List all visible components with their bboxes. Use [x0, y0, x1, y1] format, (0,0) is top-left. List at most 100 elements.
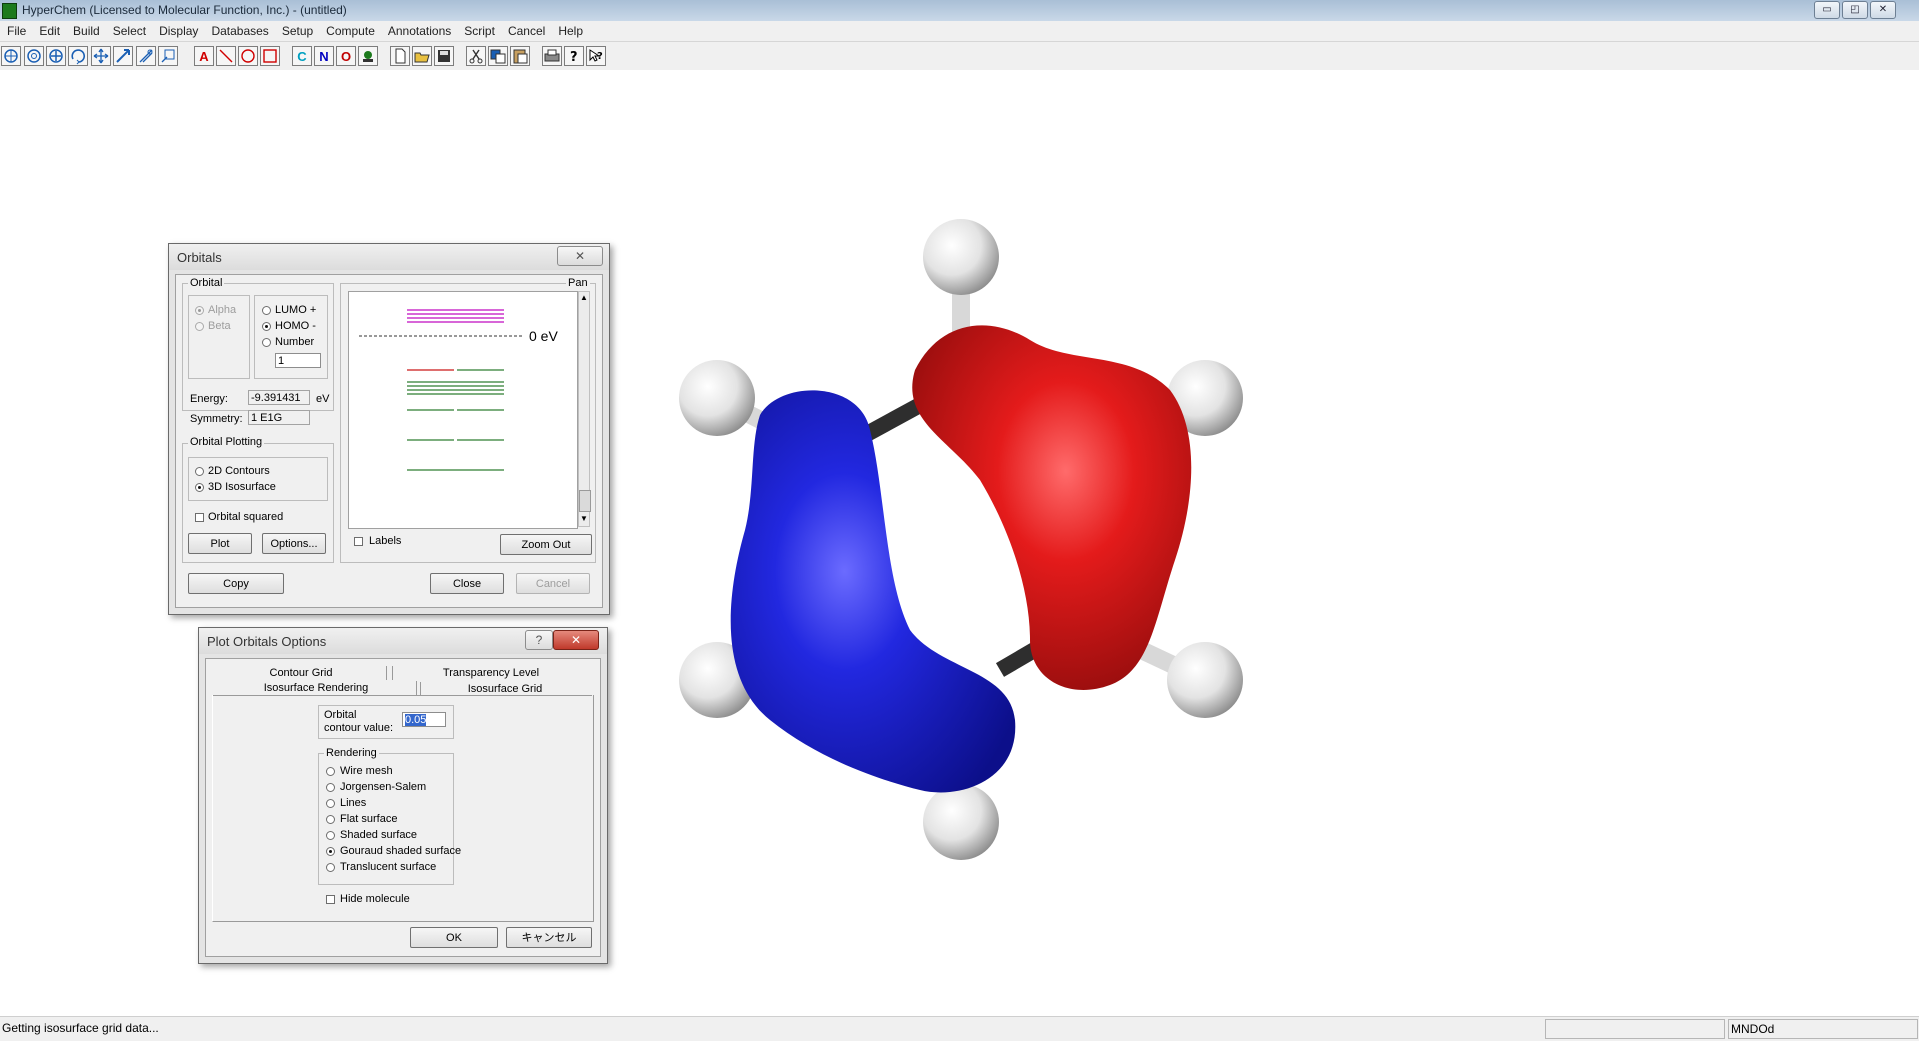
help-icon[interactable]: ?	[564, 46, 584, 66]
energy-scrollbar[interactable]: ▲ ▼	[578, 291, 591, 527]
periodic-table-icon[interactable]	[358, 46, 378, 66]
contour-label-line1: Orbital	[324, 709, 357, 721]
print-icon[interactable]	[542, 46, 562, 66]
paste-icon[interactable]	[510, 46, 530, 66]
draw-tool-icon[interactable]	[1, 46, 21, 66]
menu-annotations[interactable]: Annotations	[381, 21, 457, 39]
menu-setup[interactable]: Setup	[275, 21, 319, 39]
nitrogen-element-button[interactable]: N	[314, 46, 334, 66]
orbital-plotting-label: Orbital Plotting	[188, 436, 265, 448]
orbitals-dialog-titlebar: Orbitals ✕	[169, 244, 609, 270]
zero-ev-label: 0 eV	[529, 328, 558, 344]
options-close-x-icon[interactable]: ✕	[553, 630, 599, 650]
scroll-down-icon[interactable]: ▼	[580, 514, 588, 523]
labels-label: Labels	[369, 535, 402, 547]
window-title: HyperChem (Licensed to Molecular Functio…	[22, 3, 347, 17]
menu-databases[interactable]: Databases	[204, 21, 274, 39]
isosurface-3d-radio[interactable]	[195, 483, 204, 492]
hydrogen-atom-upper-left	[679, 360, 755, 436]
translucent-surface-label: Translucent surface	[340, 861, 437, 873]
options-button[interactable]: Options...	[262, 533, 326, 554]
lumo-label: LUMO +	[275, 304, 317, 316]
rotate-z-icon[interactable]	[68, 46, 88, 66]
cancel-button: Cancel	[516, 573, 590, 594]
menu-edit[interactable]: Edit	[32, 21, 66, 39]
zoom-out-button[interactable]: Zoom Out	[500, 534, 592, 555]
open-file-icon[interactable]	[412, 46, 432, 66]
energy-label: Energy:	[190, 393, 228, 405]
orbitals-close-x-icon[interactable]: ✕	[557, 246, 603, 266]
tab-transparency-level[interactable]: Transparency Level	[392, 666, 589, 680]
menu-build[interactable]: Build	[66, 21, 106, 39]
hide-molecule-label: Hide molecule	[340, 893, 410, 905]
orbitals-dialog-title: Orbitals	[177, 250, 222, 265]
isosurface-3d-label: 3D Isosurface	[208, 481, 276, 493]
select-tool-icon[interactable]	[24, 46, 44, 66]
zoom-icon[interactable]	[136, 46, 156, 66]
context-help-icon[interactable]: ?	[586, 46, 606, 66]
number-radio[interactable]	[262, 338, 271, 347]
tab-isosurface-rendering[interactable]: Isosurface Rendering	[216, 681, 417, 695]
orbital-group-label: Orbital	[188, 277, 225, 289]
svg-text:?: ?	[597, 51, 603, 62]
rectangle-annotation-icon[interactable]	[260, 46, 280, 66]
line-annotation-icon[interactable]	[216, 46, 236, 66]
menu-select[interactable]: Select	[106, 21, 152, 39]
symmetry-value: 1 E1G	[248, 410, 310, 425]
gouraud-shaded-surface-radio[interactable]	[326, 847, 335, 856]
save-file-icon[interactable]	[434, 46, 454, 66]
restore-button[interactable]: ◰	[1842, 1, 1868, 19]
molecule-workspace[interactable]	[650, 200, 1270, 880]
rotate-xy-icon[interactable]	[46, 46, 66, 66]
lumo-radio[interactable]	[262, 306, 271, 315]
orbitals-dialog: Orbitals ✕ Orbital Alpha Beta LUMO + HOM…	[168, 243, 610, 615]
contours-2d-radio[interactable]	[195, 467, 204, 476]
menu-display[interactable]: Display	[152, 21, 204, 39]
hide-molecule-checkbox[interactable]	[326, 895, 335, 904]
clip-icon[interactable]	[158, 46, 178, 66]
labels-checkbox[interactable]	[354, 537, 363, 546]
toolbar: A C N O ? ?	[0, 42, 1919, 70]
tab-contour-grid[interactable]: Contour Grid	[216, 666, 387, 680]
pan-label: Pan	[566, 277, 590, 289]
lines-radio[interactable]	[326, 799, 335, 808]
ok-button[interactable]: OK	[410, 927, 498, 948]
cut-icon[interactable]	[466, 46, 486, 66]
tab-isosurface-grid[interactable]: Isosurface Grid	[420, 682, 589, 696]
close-button[interactable]: Close	[430, 573, 504, 594]
jorgensen-salem-radio[interactable]	[326, 783, 335, 792]
menu-help[interactable]: Help	[551, 21, 589, 39]
minimize-button[interactable]: ▭	[1814, 1, 1840, 19]
oxygen-element-button[interactable]: O	[336, 46, 356, 66]
flat-surface-radio[interactable]	[326, 815, 335, 824]
homo-radio[interactable]	[262, 322, 271, 331]
menu-cancel[interactable]: Cancel	[501, 21, 551, 39]
help-question-button[interactable]: ?	[525, 630, 553, 650]
energy-level-diagram[interactable]: 0 eV	[348, 291, 578, 529]
orbital-offset-field[interactable]: 1	[275, 353, 321, 368]
translucent-surface-radio[interactable]	[326, 863, 335, 872]
energy-unit: eV	[316, 393, 330, 405]
menu-script[interactable]: Script	[457, 21, 501, 39]
plot-button[interactable]: Plot	[188, 533, 252, 554]
menu-compute[interactable]: Compute	[319, 21, 381, 39]
ellipse-annotation-icon[interactable]	[238, 46, 258, 66]
carbon-element-button[interactable]: C	[292, 46, 312, 66]
shaded-surface-radio[interactable]	[326, 831, 335, 840]
hydrogen-atom-top	[923, 219, 999, 295]
orbital-squared-checkbox[interactable]	[195, 513, 204, 522]
close-window-button[interactable]: ✕	[1870, 1, 1896, 19]
cancel-options-button[interactable]: キャンセル	[506, 927, 592, 948]
scroll-up-icon[interactable]: ▲	[580, 293, 588, 302]
text-annotation-icon[interactable]: A	[194, 46, 214, 66]
contour-value-input[interactable]: 0.05	[402, 712, 446, 727]
menu-file[interactable]: File	[0, 21, 32, 39]
copy-button[interactable]: Copy	[188, 573, 284, 594]
translate-z-icon[interactable]	[113, 46, 133, 66]
scroll-thumb[interactable]	[579, 490, 591, 512]
options-dialog-titlebar: Plot Orbitals Options ? ✕	[199, 628, 607, 654]
translate-xy-icon[interactable]	[91, 46, 111, 66]
copy-icon[interactable]	[488, 46, 508, 66]
new-file-icon[interactable]	[390, 46, 410, 66]
wire-mesh-radio[interactable]	[326, 767, 335, 776]
